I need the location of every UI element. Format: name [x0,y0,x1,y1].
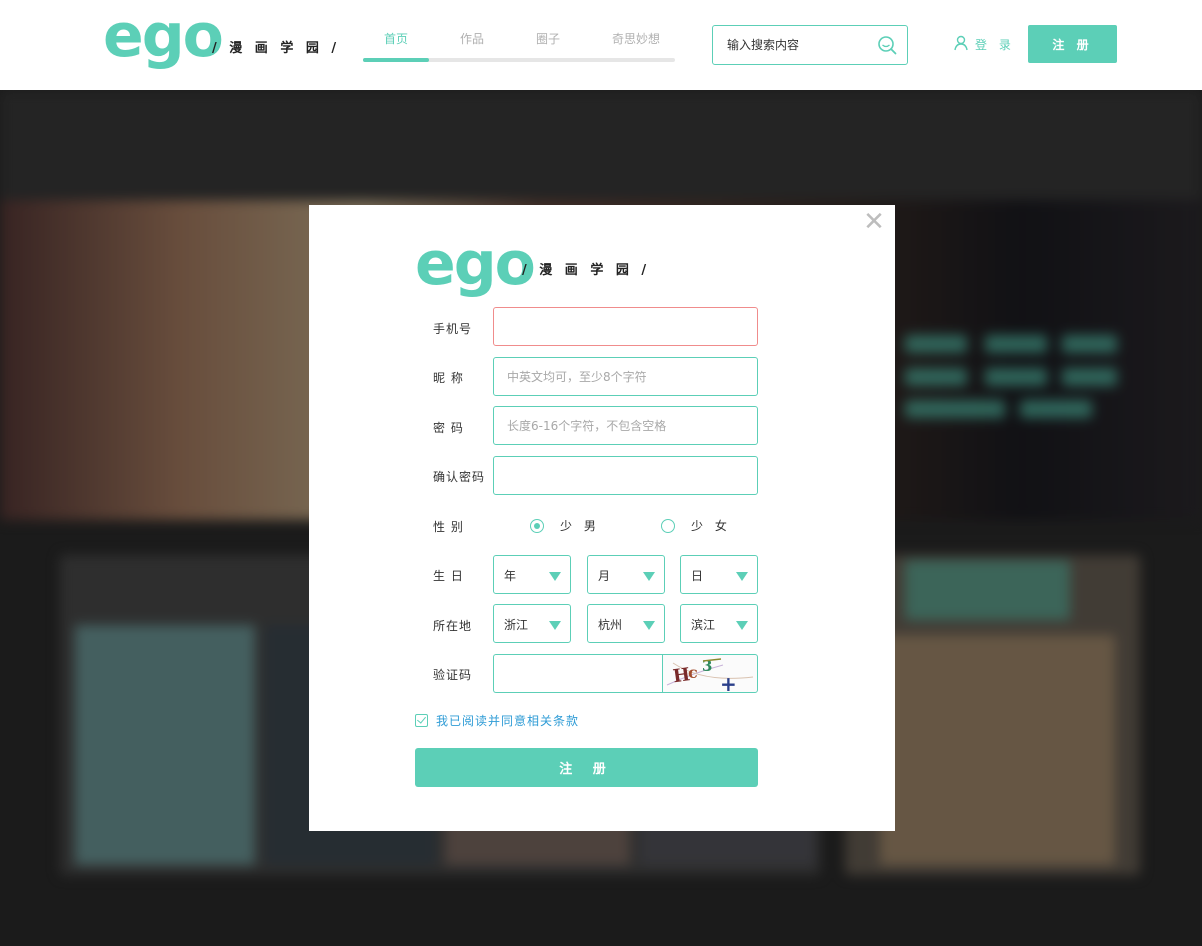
agree-label[interactable]: 我已阅读并同意相关条款 [436,712,579,729]
select-value: 滨江 [691,618,716,632]
submit-register-button[interactable]: 注 册 [415,748,758,787]
birth-year-select[interactable]: 年 [493,555,571,594]
phone-label: 手机号 [433,322,473,336]
captcha-field[interactable] [493,654,663,693]
dropdown-arrow-icon [643,621,655,630]
password-label: 密 码 [433,421,464,435]
close-icon[interactable]: ✕ [861,209,887,235]
radio-dot[interactable] [530,518,544,533]
dropdown-arrow-icon [643,572,655,581]
dropdown-arrow-icon [736,572,748,581]
gender-radio-male[interactable]: 少 男 [530,517,600,534]
birth-month-select[interactable]: 月 [587,555,665,594]
svg-text:+: + [720,672,737,693]
captcha-input[interactable] [506,665,652,683]
district-select[interactable]: 滨江 [680,604,758,643]
gender-option-label: 少 男 [560,519,600,533]
select-value: 浙江 [504,618,529,632]
location-label: 所在地 [433,619,473,633]
password-input[interactable] [507,417,745,435]
checkbox-checked-icon[interactable] [415,714,428,727]
nav-item-circle[interactable]: 圈子 [536,30,560,47]
nav-item-home[interactable]: 首页 [384,30,408,47]
top-navigation-bar: ego / 漫 画 学 园 / 首页 作品 圈子 奇思妙想 登 录 注 册 [0,0,1202,90]
birthday-label: 生 日 [433,569,464,583]
city-select[interactable]: 杭州 [587,604,665,643]
register-modal: ✕ ego / 漫 画 学 园 / 手机号 昵 称 密 码 确认密码 性 别 少… [309,205,895,831]
main-nav: 首页 作品 圈子 奇思妙想 [363,30,675,62]
confirm-password-label: 确认密码 [433,470,486,484]
gender-option-label: 少 女 [691,519,731,533]
province-select[interactable]: 浙江 [493,604,571,643]
select-value: 年 [504,569,517,583]
search-input[interactable] [727,35,877,55]
modal-logo-subtitle: / 漫 画 学 园 / [522,263,651,278]
captcha-label: 验证码 [433,668,473,682]
user-icon [953,35,969,54]
agree-checkbox[interactable]: 我已阅读并同意相关条款 [415,712,579,729]
dropdown-arrow-icon [549,572,561,581]
radio-dot[interactable] [661,518,675,533]
search-icon[interactable] [877,35,897,55]
modal-logo: ego [415,229,536,299]
register-button-top[interactable]: 注 册 [1028,25,1117,63]
password-field[interactable] [493,406,758,445]
nickname-input[interactable] [507,368,745,386]
nav-item-works[interactable]: 作品 [460,30,484,47]
gender-label: 性 别 [433,520,464,534]
select-value: 月 [598,569,611,583]
search-box[interactable] [712,25,908,65]
login-label: 登 录 [975,37,1015,52]
confirm-password-field[interactable] [493,456,758,495]
select-value: 杭州 [598,618,623,632]
dropdown-arrow-icon [549,621,561,630]
site-logo-subtitle: / 漫 画 学 园 / [212,41,341,56]
nav-item-ideas[interactable]: 奇思妙想 [612,30,660,47]
nav-progress-track [363,58,675,62]
dropdown-arrow-icon [736,621,748,630]
svg-text:c: c [688,663,698,682]
select-value: 日 [691,569,704,583]
nav-progress-fill [363,58,429,62]
login-link[interactable]: 登 录 [953,34,1015,54]
gender-radio-female[interactable]: 少 女 [661,517,731,534]
site-logo[interactable]: ego [103,6,224,66]
nickname-field[interactable] [493,357,758,396]
phone-field[interactable] [493,307,758,346]
nickname-label: 昵 称 [433,371,464,385]
confirm-password-input[interactable] [507,467,745,485]
captcha-image[interactable]: H c 3 + [662,654,758,693]
phone-input[interactable] [507,318,745,336]
birth-day-select[interactable]: 日 [680,555,758,594]
